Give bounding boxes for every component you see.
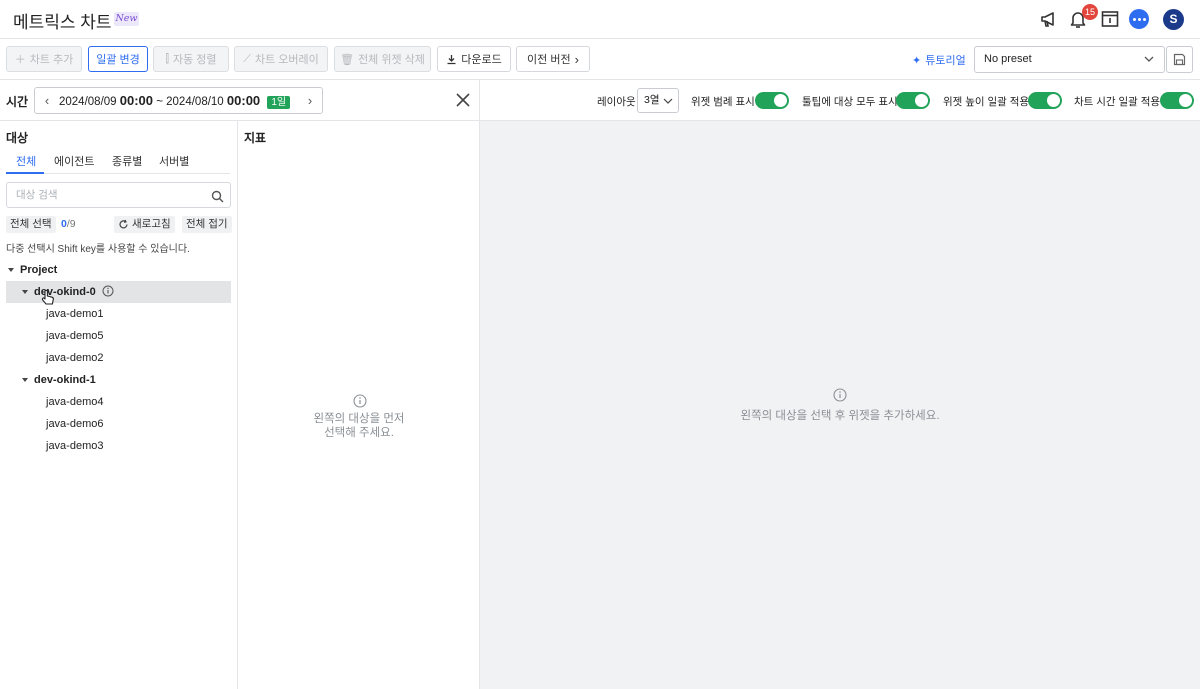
widget-legend-label: 위젯 범례 표시 — [691, 96, 755, 108]
chart-time-toggle[interactable] — [1160, 92, 1194, 109]
chat-icon[interactable] — [1129, 9, 1149, 29]
delete-all-widgets-button[interactable]: 🗑 전체 위젯 삭제 — [334, 46, 431, 72]
caret-down-icon — [22, 378, 28, 383]
duration-chip: 1일 — [267, 96, 291, 109]
tree-item-java-demo4[interactable]: java-demo4 — [46, 391, 103, 413]
time-range-picker[interactable]: ‹ 2024/08/09 00:00 ~ 2024/08/10 00:00 1일… — [34, 87, 323, 114]
chevron-left-icon[interactable]: ‹ — [35, 93, 59, 108]
caret-down-icon — [22, 290, 28, 295]
save-preset-button[interactable] — [1166, 46, 1193, 73]
options-bar: 레이아웃 3열 위젯 범례 표시 툴팁에 대상 모두 표시 위젯 높이 일괄 적… — [480, 80, 1200, 121]
add-chart-button[interactable]: ＋ 차트 추가 — [6, 46, 82, 72]
selection-count: 0/9 — [61, 218, 76, 230]
hand-cursor-icon — [40, 289, 56, 310]
metric-title: 지표 — [244, 131, 267, 145]
select-all-button[interactable]: 전체 선택 — [6, 216, 56, 233]
tab-agent[interactable]: 에이전트 — [54, 153, 94, 169]
multi-select-hint: 다중 선택시 Shift key를 사용할 수 있습니다. — [6, 244, 190, 255]
avatar[interactable]: S — [1163, 9, 1184, 30]
notification-count-badge: 15 — [1082, 4, 1098, 20]
time-range-text: 2024/08/09 00:00 ~ 2024/08/10 00:00 1일 — [59, 93, 298, 109]
tree-root-project[interactable]: Project — [8, 259, 230, 281]
info-panel-icon[interactable] — [1099, 8, 1121, 30]
close-icon[interactable] — [454, 91, 472, 109]
megaphone-icon[interactable] — [1038, 8, 1060, 30]
auto-arrange-icon: ⫿ — [165, 52, 169, 65]
tab-by-kind[interactable]: 종류별 — [112, 153, 142, 169]
app-header: 메트릭스 차트 New 15 S — [0, 0, 1200, 39]
download-button[interactable]: 다운로드 — [437, 46, 511, 72]
time-bar: 시간 ‹ 2024/08/09 00:00 ~ 2024/08/10 00:00… — [0, 80, 480, 121]
widget-height-label: 위젯 높이 일괄 적용 — [943, 96, 1030, 108]
metric-empty-message: 왼쪽의 대상을 먼저 선택해 주세요. — [313, 413, 405, 439]
info-icon — [353, 394, 367, 411]
search-icon[interactable] — [211, 188, 224, 212]
save-icon — [1173, 53, 1186, 66]
widget-canvas: 레이아웃 3열 위젯 범례 표시 툴팁에 대상 모두 표시 위젯 높이 일괄 적… — [480, 80, 1200, 689]
canvas-empty-message: 왼쪽의 대상을 선택 후 위젯을 추가하세요. — [740, 410, 940, 422]
trash-icon: 🗑 — [340, 53, 355, 66]
new-badge: New — [114, 12, 139, 26]
previous-version-button[interactable]: 이전 버전 › — [516, 46, 590, 72]
target-column: 대상 전체 에이전트 종류별 서버별 대상 검색 전체 선택 0/9 새로고침 … — [0, 121, 238, 689]
tree-group-dev-okind-1[interactable]: dev-okind-1 — [22, 369, 96, 391]
time-label: 시간 — [6, 95, 29, 109]
bulk-edit-button[interactable]: 일괄 변경 — [88, 46, 148, 72]
page-title: 메트릭스 차트 — [13, 13, 112, 32]
download-icon — [447, 54, 456, 64]
tooltip-all-label: 툴팁에 대상 모두 표시 — [802, 96, 898, 108]
left-panel: 시간 ‹ 2024/08/09 00:00 ~ 2024/08/10 00:00… — [0, 80, 480, 689]
collapse-all-button[interactable]: 전체 접기 — [182, 216, 232, 233]
chevron-down-icon — [1144, 47, 1154, 82]
plus-icon: ＋ — [14, 54, 26, 66]
widget-legend-toggle[interactable] — [755, 92, 789, 109]
widget-height-toggle[interactable] — [1028, 92, 1062, 109]
layout-select[interactable]: 3열 — [637, 88, 679, 113]
tab-all[interactable]: 전체 — [16, 153, 36, 169]
metric-column: 지표 왼쪽의 대상을 먼저 선택해 주세요. — [238, 121, 480, 689]
tree-item-java-demo2[interactable]: java-demo2 — [46, 347, 103, 369]
tooltip-all-toggle[interactable] — [896, 92, 930, 109]
auto-arrange-button[interactable]: ⫿ 자동 정렬 — [153, 46, 229, 72]
chevron-right-icon[interactable]: › — [298, 93, 322, 108]
tab-by-server[interactable]: 서버별 — [159, 153, 189, 169]
target-title: 대상 — [6, 131, 29, 145]
info-icon[interactable] — [102, 285, 114, 297]
active-tab-indicator — [6, 172, 44, 174]
caret-down-icon — [8, 268, 14, 273]
target-tabs: 전체 에이전트 종류별 서버별 — [6, 151, 230, 174]
chart-time-label: 차트 시간 일괄 적용 — [1074, 96, 1161, 108]
chevron-right-icon: › — [574, 51, 579, 67]
tree-item-java-demo6[interactable]: java-demo6 — [46, 413, 103, 435]
refresh-icon — [119, 219, 128, 229]
target-search-input[interactable]: 대상 검색 — [6, 182, 231, 208]
info-icon — [833, 388, 847, 405]
refresh-button[interactable]: 새로고침 — [114, 216, 175, 233]
tutorial-link[interactable]: ✦ 튜토리얼 — [912, 52, 966, 68]
sparkle-icon: ✦ — [912, 54, 922, 67]
chevron-down-icon — [663, 98, 673, 104]
line-chart-icon: ⟋ — [243, 52, 251, 65]
tree-item-java-demo3[interactable]: java-demo3 — [46, 435, 103, 457]
tree-item-java-demo5[interactable]: java-demo5 — [46, 325, 103, 347]
preset-select[interactable]: No preset — [974, 46, 1165, 73]
chart-overlay-button[interactable]: ⟋ 차트 오버레이 — [234, 46, 328, 72]
layout-label: 레이아웃 — [597, 96, 636, 108]
